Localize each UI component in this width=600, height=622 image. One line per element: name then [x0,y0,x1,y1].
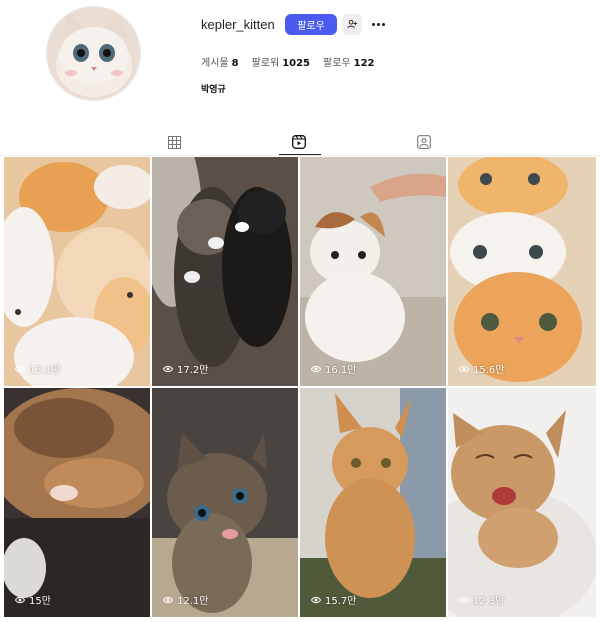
following-label: 팔로우 [323,58,351,69]
view-count-text: 12.3만 [473,596,505,607]
posts-stat: 게시물 8 [201,54,239,69]
view-count: 12.1만 [163,592,208,607]
tagged-icon [417,135,431,149]
profile-stats: 게시물 8 팔로워 1025 팔로우 122 [201,54,388,69]
reel-thumbnail [4,157,150,386]
posts-label: 게시물 [201,58,229,69]
view-count: 16.1만 [311,361,356,376]
profile-avatar[interactable] [46,6,141,101]
reel-thumbnail [152,388,298,617]
reel-tile-6[interactable]: 12.1만 [152,388,298,617]
tab-tagged[interactable] [416,134,432,150]
following-count: 122 [353,58,375,69]
view-count: 12.3만 [459,592,504,607]
cat-avatar-image [47,7,140,100]
view-count-text: 16.1만 [325,365,357,376]
more-options-button[interactable] [369,14,387,35]
view-count: 15.6만 [459,361,504,376]
reel-thumbnail [448,388,596,617]
view-count: 13.1만 [15,361,60,376]
view-count-text: 17.2만 [177,365,209,376]
reel-thumbnail [300,157,446,386]
more-dot [381,23,385,26]
follow-button[interactable]: 팔로우 [285,14,337,35]
reel-tile-4[interactable]: 15.6만 [448,157,596,386]
eye-icon [15,365,25,372]
reel-thumbnail [4,388,150,617]
following-stat[interactable]: 팔로우 122 [323,54,374,69]
grid-icon [167,135,181,149]
reel-tile-3[interactable]: 16.1만 [300,157,446,386]
more-dot [376,23,380,26]
followers-stat[interactable]: 팔로워 1025 [252,54,310,69]
eye-icon [311,365,321,372]
eye-icon [459,596,469,603]
followers-count: 1025 [282,58,311,69]
view-count-text: 15.7만 [325,596,357,607]
view-count-text: 13.1만 [29,365,61,376]
view-count: 15만 [15,592,51,607]
reel-tile-5[interactable]: 15만 [4,388,150,617]
posts-count: 8 [231,58,239,69]
reel-tile-1[interactable]: 13.1만 [4,157,150,386]
reel-tile-8[interactable]: 12.3만 [448,388,596,617]
person-add-icon [346,19,357,29]
eye-icon [311,596,321,603]
tabs-divider [0,155,600,156]
tab-reels[interactable] [291,134,307,150]
reel-thumbnail [152,157,298,386]
eye-icon [163,365,173,372]
eye-icon [163,596,173,603]
view-count-text: 15만 [29,596,51,607]
eye-icon [15,596,25,603]
view-count-text: 12.1만 [177,596,209,607]
reel-thumbnail [448,157,596,386]
reel-tile-2[interactable]: 17.2만 [152,157,298,386]
view-count: 17.2만 [163,361,208,376]
reel-thumbnail [300,388,446,617]
eye-icon [459,365,469,372]
suggested-accounts-button[interactable] [342,14,362,35]
more-horizontal-icon [371,23,375,26]
view-count: 15.7만 [311,592,356,607]
profile-full-name: 박영규 [201,85,226,95]
reels-icon [292,135,306,149]
followers-label: 팔로워 [251,58,280,69]
active-tab-indicator [279,154,321,155]
reel-tile-7[interactable]: 15.7만 [300,388,446,617]
view-count-text: 15.6만 [473,365,505,376]
profile-username: kepler_kitten [201,17,275,32]
tab-posts[interactable] [166,134,182,150]
